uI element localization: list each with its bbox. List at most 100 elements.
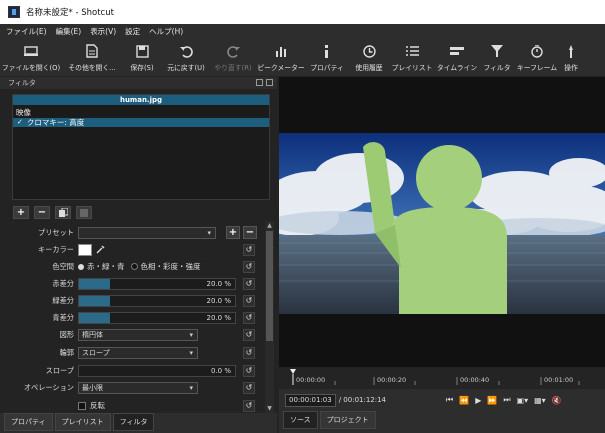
tab-filters[interactable]: フィルタ <box>112 413 155 431</box>
menu-help[interactable]: ヘルプ(H) <box>149 26 183 37</box>
tab-source[interactable]: ソース <box>283 411 318 429</box>
edge-reset-button[interactable]: ↺ <box>243 346 255 359</box>
slope-slider[interactable]: 0.0 % <box>78 364 236 377</box>
red-delta-label: 赤差分 <box>52 278 74 288</box>
skip-next-icon[interactable]: ⏭ <box>503 395 510 405</box>
preset-combo[interactable] <box>78 226 216 239</box>
invert-reset-button[interactable]: ↺ <box>243 399 255 412</box>
scrub-bar[interactable]: 00:00:00 00:00:20 00:00:40 00:01:00 <box>279 367 605 389</box>
red-delta-row: 赤差分 20.0 % ↺ <box>0 276 262 291</box>
save-preset-button[interactable]: + <box>226 226 240 239</box>
paste-filter-button[interactable] <box>76 206 92 219</box>
scroll-up-icon[interactable]: ▲ <box>265 221 274 230</box>
properties-scrollbar[interactable]: ▲ ▼ <box>265 221 274 413</box>
float-panel-icon[interactable] <box>256 79 263 86</box>
menu-edit[interactable]: 編集(E) <box>56 26 82 37</box>
actions-icon <box>566 44 576 58</box>
total-duration: / 00:01:12:14 <box>338 396 387 404</box>
rewind-icon[interactable]: ⏪ <box>459 396 469 405</box>
radio-selected-icon <box>78 263 84 270</box>
keyframe-button[interactable]: キーフレーム <box>514 38 560 76</box>
slider-fill <box>79 278 111 289</box>
invert-label: 反転 <box>90 401 105 410</box>
filters-panel-header: フィルタ <box>0 77 277 89</box>
tab-project[interactable]: プロジェクト <box>319 411 376 429</box>
tab-playlist[interactable]: プレイリスト <box>54 413 111 431</box>
peak-meter-button[interactable]: ピークメーター <box>256 38 306 76</box>
delete-preset-button[interactable]: − <box>243 226 257 239</box>
key-color-reset-button[interactable]: ↺ <box>243 243 255 256</box>
left-panel-tabs: プロパティ プレイリスト フィルタ <box>0 413 277 433</box>
filter-enabled-checkbox[interactable]: ✓ <box>17 118 23 127</box>
current-timecode[interactable]: 00:00:01:03 <box>285 393 336 407</box>
blue-delta-slider[interactable]: 20.0 % <box>78 311 236 324</box>
open-file-icon <box>24 44 38 58</box>
copy-filter-button[interactable] <box>55 206 71 219</box>
history-button[interactable]: 使用履歴 <box>348 38 390 76</box>
shape-reset-button[interactable]: ↺ <box>243 328 255 341</box>
operation-combo[interactable]: 最小限 <box>78 381 198 394</box>
red-delta-slider[interactable]: 20.0 % <box>78 277 236 290</box>
window-title: 名称未設定* - Shotcut <box>26 8 114 18</box>
shape-combo[interactable]: 楕円体 <box>78 328 198 341</box>
invert-checkbox[interactable] <box>78 401 86 410</box>
volume-mute-icon[interactable]: 🔇 <box>552 396 562 405</box>
slope-reset-button[interactable]: ↺ <box>243 364 255 377</box>
blue-delta-reset-button[interactable]: ↺ <box>243 311 255 324</box>
menu-bar: ファイル(E) 編集(E) 表示(V) 設定 ヘルプ(H) <box>0 24 605 38</box>
menu-file[interactable]: ファイル(E) <box>6 26 47 37</box>
skip-previous-icon[interactable]: ⏮ <box>446 395 453 405</box>
redo-button[interactable]: やり直す(R) <box>210 38 256 76</box>
preset-label: プリセット <box>38 227 74 237</box>
color-space-label: 色空間 <box>52 261 74 271</box>
tab-properties[interactable]: プロパティ <box>4 413 53 431</box>
scroll-down-icon[interactable]: ▼ <box>265 404 274 413</box>
menu-settings[interactable]: 設定 <box>125 26 140 37</box>
filter-icon <box>491 44 503 58</box>
green-delta-value: 20.0 % <box>206 296 231 305</box>
scrollbar-thumb[interactable] <box>266 231 273 341</box>
shape-label: 図形 <box>59 329 74 339</box>
timeline-button[interactable]: タイムライン <box>434 38 480 76</box>
green-delta-slider[interactable]: 20.0 % <box>78 294 236 307</box>
toolbar: ファイルを開く(O) その他を開く... 保存(S) 元に戻す(U) やり直す(… <box>0 38 605 76</box>
save-icon <box>135 44 149 58</box>
filters-panel-title: フィルタ <box>8 79 36 87</box>
redo-icon <box>226 44 240 58</box>
edge-combo[interactable]: スロープ <box>78 346 198 359</box>
filter-button[interactable]: フィルタ <box>480 38 514 76</box>
shotcut-app-icon <box>8 6 20 18</box>
ruler-label: 00:00:00 <box>296 376 326 384</box>
hsi-radio[interactable]: 色相・彩度・強度 <box>130 261 201 272</box>
save-button[interactable]: 保存(S) <box>122 38 162 76</box>
remove-filter-button[interactable]: − <box>34 206 50 219</box>
color-space-reset-button[interactable]: ↺ <box>243 260 255 273</box>
green-delta-reset-button[interactable]: ↺ <box>243 294 255 307</box>
open-other-button[interactable]: その他を開く... <box>62 38 122 76</box>
operation-row: オペレーション 最小限 ↺ <box>0 380 262 395</box>
operation-reset-button[interactable]: ↺ <box>243 381 255 394</box>
green-delta-row: 緑差分 20.0 % ↺ <box>0 293 262 308</box>
rgb-radio[interactable]: 赤・緑・青 <box>78 261 125 272</box>
menu-view[interactable]: 表示(V) <box>90 26 116 37</box>
filter-item-chroma-key[interactable]: ✓ クロマキー: 高度 <box>13 118 269 127</box>
clip-name: human.jpg <box>13 95 269 105</box>
undo-button[interactable]: 元に戻す(U) <box>162 38 210 76</box>
keyframe-icon <box>531 44 543 58</box>
eyedropper-icon[interactable] <box>96 244 106 256</box>
red-delta-reset-button[interactable]: ↺ <box>243 277 255 290</box>
peak-meter-icon <box>275 44 287 58</box>
preview-frame[interactable] <box>279 133 605 314</box>
properties-button[interactable]: プロパティ <box>306 38 348 76</box>
add-filter-button[interactable]: + <box>13 206 29 219</box>
open-file-button[interactable]: ファイルを開く(O) <box>0 38 62 76</box>
play-icon[interactable]: ▶ <box>475 396 481 405</box>
filter-buttons: + − <box>13 206 92 219</box>
actions-button[interactable]: 操作 <box>560 38 582 76</box>
fast-forward-icon[interactable]: ⏩ <box>487 396 497 405</box>
close-panel-icon[interactable] <box>266 79 273 86</box>
zoom-icon[interactable]: ▣▾ <box>517 396 529 405</box>
key-color-swatch[interactable] <box>78 243 92 256</box>
grid-icon[interactable]: ▦▾ <box>534 396 546 405</box>
playlist-button[interactable]: プレイリスト <box>390 38 434 76</box>
